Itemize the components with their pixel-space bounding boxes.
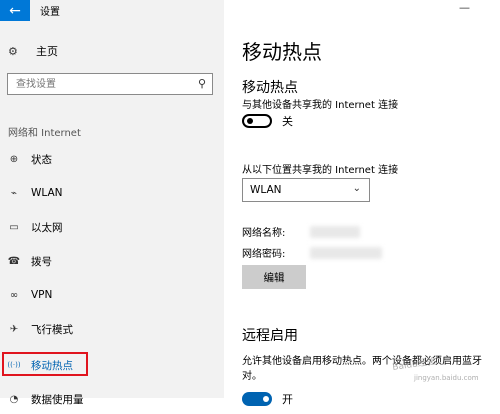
sidebar-home-label: 主页 xyxy=(36,45,58,58)
page-title: 移动热点 xyxy=(242,40,322,64)
network-name-value-redacted xyxy=(310,226,360,238)
sidebar-item-status[interactable]: ⊕ 状态 xyxy=(0,144,224,174)
network-password-label: 网络密码: xyxy=(242,249,286,260)
search-icon[interactable]: ⚲ xyxy=(198,77,206,90)
back-arrow-icon: ← xyxy=(9,2,21,19)
minimize-button[interactable]: — xyxy=(459,1,470,14)
sidebar-item-label: 飞行模式 xyxy=(31,323,73,336)
main-content: — 移动热点 移动热点 与其他设备共享我的 Internet 连接 关 从以下位… xyxy=(224,0,500,406)
section-title: 移动热点 xyxy=(242,80,298,96)
sidebar-item-data-usage[interactable]: ◔ 数据使用量 xyxy=(0,384,224,414)
toggle-knob xyxy=(263,396,269,402)
share-description: 与其他设备共享我的 Internet 连接 xyxy=(242,100,399,111)
connection-select[interactable]: WLAN ⌄ xyxy=(242,178,370,202)
window-title: 设置 xyxy=(40,7,60,18)
sidebar-item-ethernet[interactable]: ▭ 以太网 xyxy=(0,212,224,242)
share-from-label: 从以下位置共享我的 Internet 连接 xyxy=(242,165,399,176)
airplane-icon: ✈ xyxy=(9,323,19,335)
sidebar: ← 设置 ⚙ 主页 ⚲ 网络和 Internet ⊕ 状态 ⌁ WLAN ▭ 以… xyxy=(0,0,224,406)
network-name-label: 网络名称: xyxy=(242,228,286,239)
search-input[interactable] xyxy=(14,77,198,91)
watermark-url: jingyan.baidu.com xyxy=(414,374,479,382)
chevron-down-icon: ⌄ xyxy=(352,183,361,194)
connection-select-value: WLAN xyxy=(250,184,282,196)
sidebar-item-airplane[interactable]: ✈ 飞行模式 xyxy=(0,314,224,344)
ethernet-icon: ▭ xyxy=(9,221,19,233)
back-button[interactable]: ← xyxy=(0,0,30,21)
sidebar-item-label: 状态 xyxy=(31,153,52,166)
selection-highlight-box xyxy=(2,352,88,376)
remote-toggle-state-label: 开 xyxy=(282,393,293,406)
hotspot-toggle-row: 关 xyxy=(242,113,293,129)
edit-button[interactable]: 编辑 xyxy=(242,265,306,289)
search-box[interactable]: ⚲ xyxy=(7,73,213,95)
data-usage-icon: ◔ xyxy=(9,393,19,405)
sidebar-item-label: WLAN xyxy=(31,187,63,199)
network-password-value-redacted xyxy=(310,247,382,259)
sidebar-item-label: VPN xyxy=(31,289,53,301)
toggle-state-label: 关 xyxy=(282,115,293,128)
remote-enable-title: 远程启用 xyxy=(242,328,298,344)
sidebar-home[interactable]: ⚙ 主页 xyxy=(8,43,58,59)
globe-icon: ⊕ xyxy=(9,153,19,165)
remote-enable-toggle[interactable] xyxy=(242,392,272,406)
hotspot-toggle[interactable] xyxy=(242,114,272,128)
gear-icon: ⚙ xyxy=(8,44,18,58)
toggle-knob xyxy=(247,118,253,124)
sidebar-item-wlan[interactable]: ⌁ WLAN xyxy=(0,178,224,208)
sidebar-item-dialup[interactable]: ☎ 拨号 xyxy=(0,246,224,276)
sidebar-section-title: 网络和 Internet xyxy=(8,128,81,139)
sidebar-item-label: 数据使用量 xyxy=(31,393,84,406)
vpn-icon: ∞ xyxy=(9,289,19,301)
wifi-icon: ⌁ xyxy=(10,187,18,199)
sidebar-item-vpn[interactable]: ∞ VPN xyxy=(0,280,224,310)
dialup-icon: ☎ xyxy=(7,255,21,267)
sidebar-item-label: 拨号 xyxy=(31,255,52,268)
sidebar-item-label: 以太网 xyxy=(31,221,63,234)
